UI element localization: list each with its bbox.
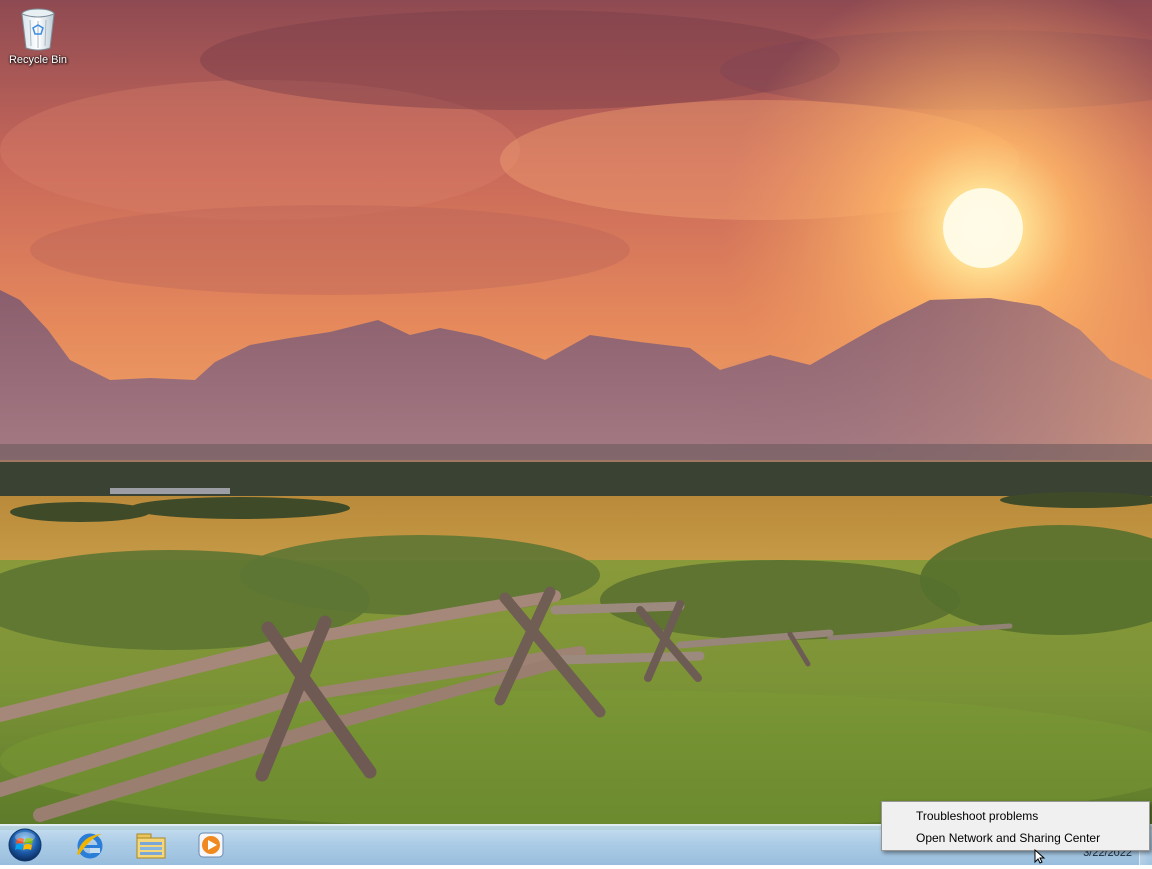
desktop-wallpaper: [0, 0, 1152, 864]
menu-item-troubleshoot-problems[interactable]: Troubleshoot problems: [882, 805, 1149, 827]
menu-item-open-network-sharing-center[interactable]: Open Network and Sharing Center: [882, 827, 1149, 849]
media-player-icon: [198, 832, 224, 858]
start-button[interactable]: [6, 827, 44, 863]
internet-explorer-icon: [77, 833, 103, 859]
desktop-icon-recycle-bin[interactable]: Recycle Bin: [4, 6, 72, 78]
desktop-icon-label: Recycle Bin: [8, 54, 68, 66]
recycle-bin-icon: [18, 6, 58, 52]
taskbar-internet-explorer-button[interactable]: [64, 827, 116, 863]
mouse-pointer-icon: [1034, 848, 1046, 869]
taskbar-windows-explorer-button[interactable]: [125, 827, 177, 863]
windows-start-orb-icon: [8, 828, 42, 862]
folder-library-icon: [136, 833, 166, 859]
network-context-menu: Troubleshoot problems Open Network and S…: [881, 801, 1150, 851]
taskbar-media-player-button[interactable]: [185, 827, 237, 863]
